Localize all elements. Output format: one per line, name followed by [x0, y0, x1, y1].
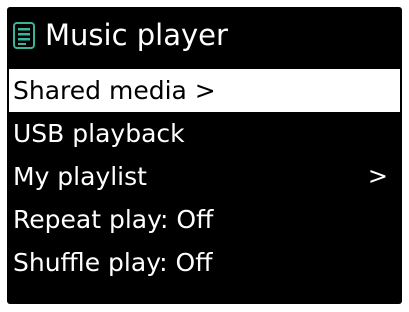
lcd-screen: Music player Shared media > USB playback… — [7, 7, 402, 304]
menu-item-usb-playback[interactable]: USB playback — [7, 112, 402, 155]
menu-item-label: Repeat play: Off — [13, 205, 214, 234]
music-list-icon — [13, 22, 35, 49]
menu-item-shuffle-play[interactable]: Shuffle play: Off — [7, 241, 402, 284]
menu-item-shared-media[interactable]: Shared media > — [9, 69, 400, 112]
submenu-arrow-icon: > — [367, 162, 388, 190]
menu-item-label: USB playback — [13, 119, 185, 148]
music-player-menu: Shared media > USB playback My playlist … — [7, 69, 402, 284]
menu-item-my-playlist[interactable]: My playlist > — [7, 155, 402, 198]
menu-item-repeat-play[interactable]: Repeat play: Off — [7, 198, 402, 241]
menu-item-label: Shuffle play: Off — [13, 248, 213, 277]
title-bar: Music player — [7, 7, 402, 65]
menu-item-label: My playlist — [13, 162, 147, 191]
menu-item-label: Shared media > — [13, 76, 216, 105]
page-title: Music player — [45, 18, 228, 52]
